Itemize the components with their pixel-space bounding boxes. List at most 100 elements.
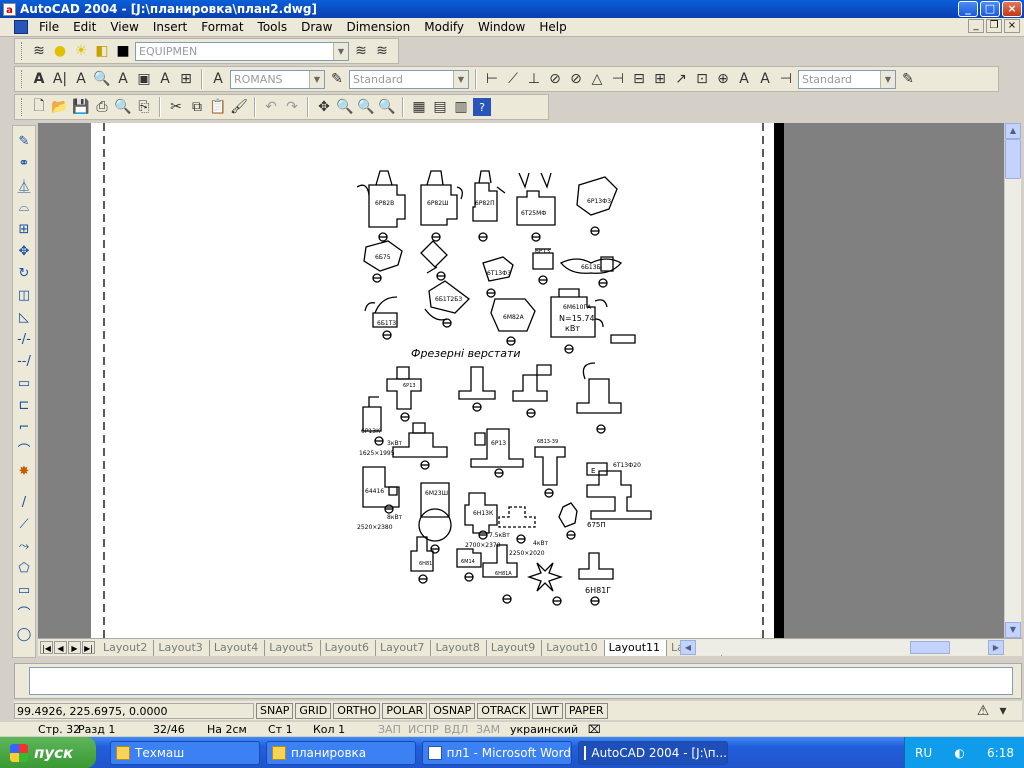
prev-tab-icon[interactable]: ◀	[54, 641, 67, 654]
rotate-icon[interactable]: ↻	[14, 264, 34, 283]
arc-icon[interactable]: ⌒	[14, 603, 34, 622]
drawing-area[interactable]: 6Р82В 6Р82Ш 6Р82П 6Т25МФ 6Р13Ф3 6Б75 6Т1…	[38, 123, 1004, 638]
tolerance-icon[interactable]: ⊡	[693, 70, 711, 88]
fillet-icon[interactable]: ⌒	[14, 440, 34, 459]
lwt-toggle[interactable]: LWT	[532, 702, 563, 719]
document-icon[interactable]	[14, 20, 28, 34]
mirror-icon[interactable]: ⏅	[14, 176, 34, 195]
tab-layout11[interactable]: Layout11	[604, 639, 668, 656]
otrack-toggle[interactable]: OTRACK	[477, 702, 531, 719]
linear-dim-icon[interactable]: ⊢	[483, 70, 501, 88]
new-icon[interactable]: 🗋	[30, 98, 48, 116]
ordinate-dim-icon[interactable]: ⊥	[525, 70, 543, 88]
next-tab-icon[interactable]: ▶	[68, 641, 81, 654]
design-center-icon[interactable]: ▤	[431, 98, 449, 116]
status-menu-icon[interactable]: ▾	[994, 702, 1012, 720]
tab-layout4[interactable]: Layout4	[210, 639, 266, 656]
scroll-left-icon[interactable]: ◀	[680, 640, 696, 655]
layer-color-icon[interactable]: ■	[114, 42, 132, 60]
clock[interactable]: 6:18	[987, 746, 1014, 760]
save-icon[interactable]: 💾	[72, 98, 90, 116]
match-properties-icon[interactable]: 🖌	[230, 98, 248, 116]
word-ext[interactable]: ВДЛ	[444, 723, 468, 736]
doc-restore-button[interactable]: ❐	[986, 19, 1002, 33]
text-icon[interactable]: A	[30, 70, 48, 88]
scroll-right-icon[interactable]: ▶	[988, 640, 1004, 655]
dim-text-edit-icon[interactable]: A	[756, 70, 774, 88]
command-input[interactable]	[29, 667, 1013, 695]
menu-edit[interactable]: Edit	[66, 20, 103, 34]
zoom-realtime-icon[interactable]: 🔍	[336, 98, 354, 116]
dim-style-icon[interactable]: ✎	[899, 70, 917, 88]
paste-icon[interactable]: 📋	[209, 98, 227, 116]
menu-file[interactable]: File	[32, 20, 66, 34]
publish-icon[interactable]: ⎘	[135, 98, 153, 116]
close-button[interactable]: ×	[1002, 1, 1022, 17]
word-rec[interactable]: ЗАП	[378, 723, 401, 736]
paper-toggle[interactable]: PAPER	[564, 702, 608, 719]
task-word[interactable]: пл1 - Microsoft Word	[422, 740, 572, 765]
break-icon[interactable]: ⊏	[14, 396, 34, 415]
convert-text-icon[interactable]: ⊞	[177, 70, 195, 88]
layer-on-icon[interactable]: ●	[51, 42, 69, 60]
menu-dimension[interactable]: Dimension	[339, 20, 417, 34]
chamfer-icon[interactable]: ⌐	[14, 418, 34, 437]
text-style-icon[interactable]: A	[114, 70, 132, 88]
language-indicator[interactable]: RU	[915, 746, 932, 760]
ortho-toggle[interactable]: ORTHO	[333, 702, 381, 719]
menu-tools[interactable]: Tools	[251, 20, 295, 34]
erase-icon[interactable]: ✎	[14, 132, 34, 151]
word-trk[interactable]: ИСПР	[408, 723, 439, 736]
redo-icon[interactable]: ↷	[283, 98, 301, 116]
polygon-icon[interactable]: ⬠	[14, 559, 34, 578]
scroll-up-icon[interactable]: ▲	[1005, 123, 1021, 139]
layer-lock-icon[interactable]: ◧	[93, 42, 111, 60]
menu-format[interactable]: Format	[194, 20, 250, 34]
help-icon[interactable]: ?	[473, 98, 491, 116]
tab-layout7[interactable]: Layout7	[376, 639, 432, 656]
dim-update-icon[interactable]: ⊣	[777, 70, 795, 88]
word-ovr[interactable]: ЗАМ	[476, 723, 500, 736]
edit-text-icon[interactable]: A	[72, 70, 90, 88]
layer-manager-icon[interactable]: ≋	[30, 42, 48, 60]
stretch-icon[interactable]: ◺	[14, 308, 34, 327]
dim-edit-icon[interactable]: A	[735, 70, 753, 88]
polyline-icon[interactable]: ⤳	[14, 537, 34, 556]
last-tab-icon[interactable]: ▶|	[82, 641, 95, 654]
undo-icon[interactable]: ↶	[262, 98, 280, 116]
explode-icon[interactable]: ✸	[14, 462, 34, 481]
snap-toggle[interactable]: SNAP	[256, 702, 294, 719]
menu-view[interactable]: View	[103, 20, 145, 34]
menu-help[interactable]: Help	[532, 20, 573, 34]
open-icon[interactable]: 📂	[51, 98, 69, 116]
find-text-icon[interactable]: 🔍	[93, 70, 111, 88]
maximize-button[interactable]: □	[980, 1, 1000, 17]
copy-icon[interactable]: ⧉	[188, 98, 206, 116]
copy-object-icon[interactable]: ⚭	[14, 154, 34, 173]
tab-layout9[interactable]: Layout9	[487, 639, 543, 656]
scale-icon[interactable]: ◫	[14, 286, 34, 305]
tab-layout3[interactable]: Layout3	[154, 639, 210, 656]
chevron-down-icon[interactable]: ▼	[453, 70, 468, 88]
tool-palettes-icon[interactable]: ▥	[452, 98, 470, 116]
justify-text-icon[interactable]: A	[156, 70, 174, 88]
aligned-dim-icon[interactable]: ⟋	[504, 70, 522, 88]
extend-icon[interactable]: --/	[14, 352, 34, 371]
menu-draw[interactable]: Draw	[294, 20, 339, 34]
doc-close-button[interactable]: ×	[1004, 19, 1020, 33]
layer-previous-icon[interactable]: ≋	[373, 42, 391, 60]
cut-icon[interactable]: ✂	[167, 98, 185, 116]
chevron-down-icon[interactable]: ▼	[880, 70, 895, 88]
communication-center-icon[interactable]: ⚠	[974, 702, 992, 720]
scroll-thumb[interactable]	[1005, 139, 1021, 179]
tray-app-icon[interactable]: ◐	[954, 746, 964, 760]
print-icon[interactable]: ⎙	[93, 98, 111, 116]
dim-style-select[interactable]: Standard ▼	[349, 69, 469, 89]
text-style-manager-icon[interactable]: A	[209, 70, 227, 88]
chevron-down-icon[interactable]: ▼	[333, 42, 348, 60]
print-preview-icon[interactable]: 🔍	[114, 98, 132, 116]
menu-modify[interactable]: Modify	[417, 20, 471, 34]
layer-freeze-icon[interactable]: ☀	[72, 42, 90, 60]
tab-layout6[interactable]: Layout6	[321, 639, 377, 656]
quick-dim-icon[interactable]: ⊣	[609, 70, 627, 88]
